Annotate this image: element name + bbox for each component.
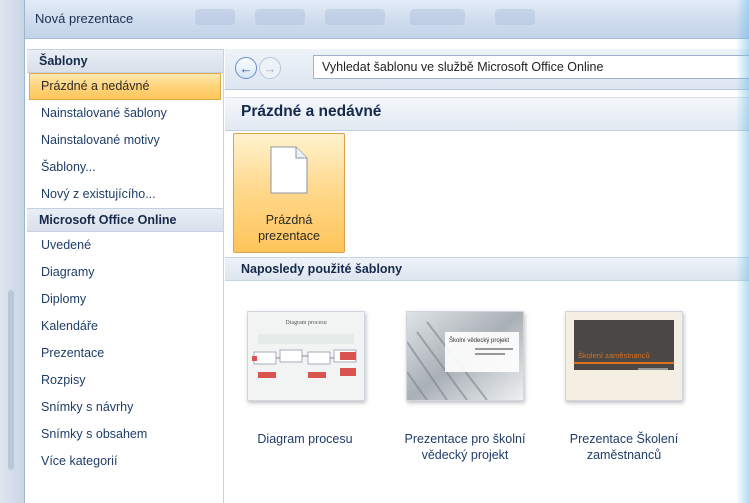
recent-templates-header: Naposledy použité šablony: [225, 257, 749, 281]
sidebar-item-installed-templates[interactable]: Nainstalované šablony: [27, 100, 223, 127]
sidebar-item-featured[interactable]: Uvedené: [27, 232, 223, 259]
document-icon: [270, 146, 308, 194]
search-input[interactable]: [313, 55, 749, 79]
sidebar-item-presentations[interactable]: Prezentace: [27, 340, 223, 367]
section-title-bar: Prázdné a nedávné: [225, 97, 749, 131]
recent-templates-title: Naposledy použité šablony: [241, 262, 403, 276]
sidebar-item-calendars[interactable]: Kalendáře: [27, 313, 223, 340]
ribbon-ghost: [410, 9, 465, 25]
dialog-title: Nová prezentace: [35, 11, 134, 26]
thumb-title: Diagram procesu: [285, 320, 326, 326]
ribbon-ghost: [495, 9, 535, 25]
sidebar-header-office-online: Microsoft Office Online: [27, 208, 223, 232]
title-bar: Nová prezentace: [25, 0, 749, 39]
search-bar: ← →: [225, 49, 749, 90]
sidebar-item-content-slides[interactable]: Snímky s obsahem: [27, 421, 223, 448]
sidebar-header-templates: Šablony: [27, 49, 223, 73]
template-thumbnail-employee-training[interactable]: Školení zaměstnanců: [565, 311, 683, 401]
thumb-title: Školení zaměstnanců: [578, 351, 650, 360]
section-title: Prázdné a nedávné: [241, 103, 382, 120]
template-thumbnail-process-diagram[interactable]: Diagram procesu: [247, 311, 365, 401]
sidebar-item-new-from-existing[interactable]: Nový z existujícího...: [27, 181, 223, 208]
sidebar-item-installed-themes[interactable]: Nainstalované motivy: [27, 127, 223, 154]
template-label-process-diagram[interactable]: Diagram procesu: [225, 431, 385, 447]
template-label-employee-training[interactable]: Prezentace Školení zaměstnanců: [544, 431, 704, 463]
window-edge-glow: [736, 0, 749, 503]
template-label-science-project[interactable]: Prezentace pro školní vědecký projekt: [385, 431, 545, 463]
sidebar-item-design-slides[interactable]: Snímky s návrhy: [27, 394, 223, 421]
ribbon-ghost: [325, 9, 385, 25]
science-project-preview: Školní vědecký projekt: [406, 312, 523, 401]
back-arrow-icon[interactable]: ←: [235, 57, 257, 79]
new-presentation-dialog: Nová prezentace Šablony Prázdné a nedávn…: [24, 0, 749, 503]
sidebar-item-more-categories[interactable]: Více kategorií: [27, 448, 223, 475]
template-pane: ← → Prázdné a nedávné Prázdná prezentace…: [225, 49, 749, 503]
sidebar-item-schedules[interactable]: Rozpisy: [27, 367, 223, 394]
forward-arrow-icon[interactable]: →: [259, 57, 281, 79]
employee-training-preview: Školení zaměstnanců: [566, 312, 682, 400]
process-diagram-preview: Diagram procesu: [248, 312, 364, 400]
background-panel: [0, 0, 24, 503]
ribbon-ghost: [195, 9, 235, 25]
category-sidebar: Šablony Prázdné a nedávné Nainstalované …: [27, 49, 224, 503]
blank-presentation-label: Prázdná prezentace: [258, 213, 320, 243]
thumb-title: Školní vědecký projekt: [449, 337, 509, 344]
blank-presentation-tile[interactable]: Prázdná prezentace: [233, 133, 345, 253]
ribbon-ghost: [255, 9, 305, 25]
sidebar-item-diagrams[interactable]: Diagramy: [27, 259, 223, 286]
template-thumbnail-science-project[interactable]: Školní vědecký projekt: [406, 311, 524, 401]
sidebar-item-diplomas[interactable]: Diplomy: [27, 286, 223, 313]
sidebar-item-blank-and-recent[interactable]: Prázdné a nedávné: [29, 73, 221, 100]
background-stripe: [8, 290, 14, 470]
sidebar-item-templates[interactable]: Šablony...: [27, 154, 223, 181]
